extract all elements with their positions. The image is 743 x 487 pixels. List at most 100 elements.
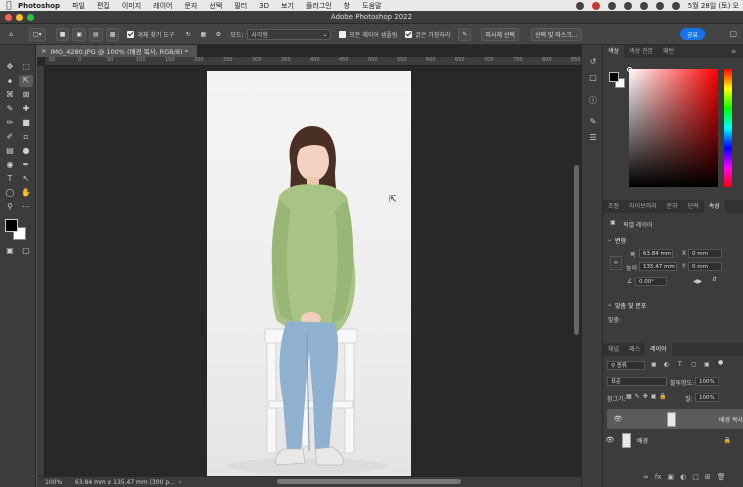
menu-window[interactable]: 창 (344, 1, 350, 11)
intersect-selection-icon[interactable]: ▩ (105, 27, 120, 41)
foreground-color-swatch[interactable] (5, 219, 18, 232)
tab-layers[interactable]: 레이어 (645, 343, 672, 356)
healing-tool-icon[interactable]: ✚ (19, 103, 33, 115)
visibility-eye-icon[interactable]: 👁 (611, 415, 625, 423)
status-chevron-icon[interactable]: › (179, 479, 181, 486)
frame-tool-icon[interactable]: ⊠ (19, 89, 33, 101)
subtract-selection-icon[interactable]: ▤ (89, 27, 103, 41)
image-canvas[interactable] (207, 71, 411, 477)
battery-icon[interactable] (639, 1, 648, 10)
height-field[interactable]: 135.47 mm (639, 262, 677, 271)
brush-settings-icon[interactable]: ✎ (458, 27, 472, 41)
zoom-level[interactable]: 100% (45, 479, 71, 486)
delete-layer-icon[interactable]: 🗑 (717, 473, 726, 481)
menu-help[interactable]: 도움말 (362, 1, 381, 11)
mode-select[interactable]: 사각형 ⌄ (247, 28, 332, 40)
status-icon[interactable] (591, 1, 600, 10)
history-brush-tool-icon[interactable]: ✐ (3, 131, 17, 143)
tab-libraries[interactable]: 라이브러리 (624, 200, 662, 213)
menu-layer[interactable]: 레이어 (153, 1, 172, 11)
layer-row[interactable]: 👁 배경 복사 (607, 409, 743, 429)
tab-paths[interactable]: 패스 (624, 343, 645, 356)
color-field[interactable] (629, 69, 718, 187)
auto-select-checkbox[interactable] (127, 30, 135, 38)
type-tool-icon[interactable]: T (3, 173, 17, 185)
filter-shape-icon[interactable]: ▢ (691, 361, 697, 368)
layer-style-icon[interactable]: fx (655, 473, 662, 481)
hard-edge-checkbox[interactable] (405, 30, 413, 38)
tab-adjustments[interactable]: 조정 (603, 200, 624, 213)
move-tool-icon[interactable]: ✥ (3, 61, 17, 73)
lasso-tool-icon[interactable]: ⦁ (3, 75, 17, 87)
y-field[interactable]: 0 mm (688, 262, 722, 271)
settings-gear-icon[interactable]: ⚙ (212, 28, 224, 41)
path-selection-tool-icon[interactable]: ↖ (19, 173, 33, 185)
dodge-tool-icon[interactable]: ◉ (3, 159, 17, 171)
more-tools-icon[interactable]: ⋯ (19, 201, 33, 213)
hand-tool-icon[interactable]: ✋ (19, 187, 33, 199)
zoom-tool-icon[interactable]: ⚲ (3, 201, 17, 213)
new-group-icon[interactable]: □ (692, 473, 699, 481)
pen-tool-icon[interactable]: ✒ (19, 159, 33, 171)
tab-channels[interactable]: 채널 (603, 343, 624, 356)
paragraph-styles-icon[interactable]: ☰ (586, 133, 600, 145)
adjustment-layer-icon[interactable]: ◐ (680, 473, 686, 481)
stamp-tool-icon[interactable]: ■ (19, 117, 33, 129)
vertical-ruler[interactable] (37, 66, 45, 476)
app-name-menu[interactable]: Photoshop (18, 2, 60, 10)
filter-toggle-icon[interactable]: ● (718, 359, 723, 366)
document-size[interactable]: 63.84 mm x 135.47 mm (300 p... (75, 479, 175, 486)
history-icon[interactable]: ↺ (586, 57, 600, 69)
menu-plugins[interactable]: 플러그인 (306, 1, 332, 11)
new-selection-icon[interactable]: ■ (55, 27, 70, 41)
link-layers-icon[interactable]: ∞ (643, 473, 649, 481)
layer-row[interactable]: 👁 배경 🔒 (603, 430, 743, 450)
gradient-tool-icon[interactable]: ▤ (3, 145, 17, 157)
transform-chevron-icon[interactable]: ⌄ (607, 236, 612, 243)
filter-pixel-icon[interactable]: ▣ (651, 361, 657, 368)
layer-name[interactable]: 배경 (637, 436, 648, 445)
select-and-mask-button[interactable]: 선택 및 마스크... (530, 27, 582, 41)
angle-field[interactable]: 0.00° (635, 277, 667, 286)
panel-menu-icon[interactable]: ≡ (726, 45, 741, 58)
fill-field[interactable]: 100% (695, 393, 719, 402)
wifi-icon[interactable] (623, 1, 632, 10)
flip-horizontal-icon[interactable]: ◀▶ (693, 278, 702, 285)
link-dimensions-icon[interactable]: ∞ (610, 256, 622, 270)
visibility-eye-icon[interactable]: 👁 (603, 436, 617, 444)
vertical-scrollbar[interactable] (574, 165, 579, 335)
add-selection-icon[interactable]: ▣ (72, 27, 87, 41)
control-center-icon[interactable] (671, 1, 680, 10)
filter-smart-icon[interactable]: ▣ (704, 361, 710, 368)
hue-slider[interactable] (724, 69, 732, 187)
tab-character[interactable]: 문자 (662, 200, 683, 213)
zoom-window-button[interactable] (27, 14, 34, 21)
overlay-icon[interactable]: ▦ (197, 28, 209, 41)
add-mask-icon[interactable]: ▣ (667, 473, 674, 481)
lock-icons[interactable]: ▦✎✥▣🔒 (626, 393, 670, 400)
filter-type-icon[interactable]: T (678, 361, 682, 368)
crop-tool-icon[interactable]: ⌘ (3, 89, 17, 101)
search-icon[interactable] (655, 1, 664, 10)
menu-view[interactable]: 보기 (281, 1, 294, 11)
brush-settings-panel-icon[interactable]: ✎ (586, 117, 600, 129)
menu-3d[interactable]: 3D (259, 2, 269, 10)
menu-type[interactable]: 문자 (185, 1, 198, 11)
close-window-button[interactable] (5, 14, 12, 21)
eraser-tool-icon[interactable]: ▫ (19, 131, 33, 143)
status-icon[interactable] (607, 1, 616, 10)
workspace-icon[interactable]: ▢ (729, 29, 737, 38)
tab-patterns[interactable]: 패턴 (658, 45, 679, 58)
layer-filter-select[interactable]: ⚲ 종류 (607, 361, 645, 370)
flip-vertical-icon[interactable]: ⇵ (712, 276, 717, 283)
apple-icon[interactable]:  (0, 1, 18, 11)
status-icon[interactable] (575, 1, 584, 10)
menu-select[interactable]: 선택 (209, 1, 222, 11)
sample-all-layers-checkbox[interactable] (339, 30, 347, 38)
blend-mode-select[interactable]: 표준 (607, 377, 667, 386)
screen-mode-icon[interactable]: ▢ (19, 245, 33, 257)
document-tab[interactable]: × IMG_4280.JPG @ 100% (배경 복사, RGB/8) * (37, 45, 197, 57)
menu-filter[interactable]: 필터 (234, 1, 247, 11)
info-icon[interactable]: ⓘ (586, 95, 600, 107)
tab-swatches[interactable]: 색상 견본 (624, 45, 658, 58)
